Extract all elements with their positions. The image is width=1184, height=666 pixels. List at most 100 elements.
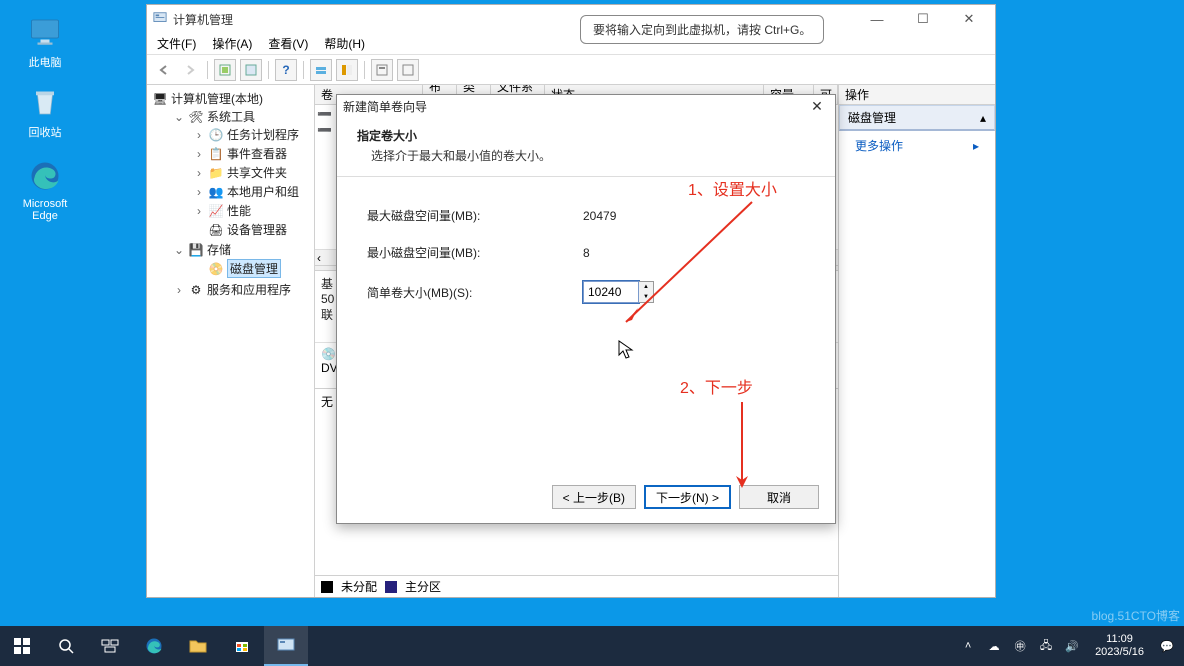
tree-root[interactable]: 计算机管理(本地): [171, 90, 263, 107]
chevron-up-icon: ▴: [980, 111, 986, 125]
spin-down-icon[interactable]: ▼: [639, 292, 653, 302]
tree-storage[interactable]: 存储: [207, 241, 231, 258]
window-titlebar[interactable]: 计算机管理 ― ☐ ✕: [147, 5, 995, 33]
watermark: blog.51CTO博客: [1092, 607, 1180, 624]
clock-icon: 🕒: [209, 128, 223, 142]
cancel-button[interactable]: 取消: [739, 485, 819, 509]
tree-expand-icon[interactable]: ›: [193, 147, 205, 161]
toolbar-button[interactable]: [397, 59, 419, 81]
menu-bar: 文件(F) 操作(A) 查看(V) 帮助(H): [147, 33, 995, 55]
volume-size-input[interactable]: [583, 281, 639, 303]
menu-file[interactable]: 文件(F): [157, 35, 196, 52]
volume-row[interactable]: ➖: [317, 123, 332, 137]
wizard-footer: < 上一步(B) 下一步(N) > 取消: [552, 485, 819, 509]
wizard-header: 指定卷大小 选择介于最大和最小值的卷大小。: [337, 117, 835, 177]
tree-expand-icon[interactable]: ›: [173, 283, 185, 297]
tray-notifications-icon[interactable]: 💬: [1158, 640, 1176, 653]
menu-help[interactable]: 帮助(H): [324, 35, 365, 52]
taskbar-explorer[interactable]: [176, 626, 220, 666]
spin-up-icon[interactable]: ▲: [639, 282, 653, 292]
actions-section[interactable]: 磁盘管理 ▴: [839, 105, 995, 131]
wizard-titlebar[interactable]: 新建简单卷向导 ✕: [337, 95, 835, 117]
spinner-buttons[interactable]: ▲ ▼: [639, 281, 654, 303]
tray-overflow-icon[interactable]: ˄: [959, 640, 977, 652]
menu-action[interactable]: 操作(A): [212, 35, 252, 52]
tree-eventviewer[interactable]: 事件查看器: [227, 145, 287, 162]
navigation-tree[interactable]: 🖥计算机管理(本地) ⌄🛠系统工具 ›🕒任务计划程序 ›📋事件查看器 ›📁共享文…: [147, 85, 315, 597]
disk-icon: 📀: [209, 262, 223, 276]
tray-volume-icon[interactable]: 🔊: [1063, 640, 1081, 653]
tree-diskmgmt[interactable]: 磁盘管理: [227, 259, 281, 278]
actions-more-label: 更多操作: [855, 137, 903, 154]
desktop-icon-this-pc[interactable]: 此电脑: [10, 14, 80, 70]
minimize-button[interactable]: ―: [857, 7, 897, 31]
toolbar-button[interactable]: [310, 59, 332, 81]
tree-expand-icon[interactable]: ›: [193, 204, 205, 218]
cd-icon: 💿: [321, 347, 336, 361]
toolbar-button[interactable]: [214, 59, 236, 81]
wizard-close-button[interactable]: ✕: [805, 98, 829, 115]
legend: 未分配 主分区: [315, 575, 838, 597]
tree-perf[interactable]: 性能: [227, 202, 251, 219]
legend-swatch-primary: [385, 581, 397, 593]
tree-expand-icon[interactable]: ›: [193, 166, 205, 180]
toolbar-button[interactable]: [240, 59, 262, 81]
taskbar-store[interactable]: [220, 626, 264, 666]
volume-row[interactable]: ➖: [317, 107, 332, 121]
tree-localusers[interactable]: 本地用户和组: [227, 183, 299, 200]
tree-tasksched[interactable]: 任务计划程序: [227, 126, 299, 143]
tray-ime-icon[interactable]: ㊥: [1011, 638, 1029, 654]
tree-collapse-icon[interactable]: ⌄: [173, 110, 185, 124]
edge-icon: [27, 158, 63, 194]
services-icon: ⚙: [189, 283, 203, 297]
legend-swatch-unalloc: [321, 581, 333, 593]
menu-view[interactable]: 查看(V): [268, 35, 308, 52]
unalloc-label: 无: [321, 395, 333, 409]
tree-systools[interactable]: 系统工具: [207, 108, 255, 125]
back-button[interactable]: < 上一步(B): [552, 485, 636, 509]
toolbar-button[interactable]: [371, 59, 393, 81]
perf-icon: 📈: [209, 204, 223, 218]
desktop-icon-edge[interactable]: Microsoft Edge: [10, 158, 80, 222]
task-view-button[interactable]: [88, 626, 132, 666]
forward-button[interactable]: [179, 59, 201, 81]
back-button[interactable]: [153, 59, 175, 81]
maximize-button[interactable]: ☐: [903, 7, 943, 31]
tree-services[interactable]: 服务和应用程序: [207, 281, 291, 298]
max-space-label: 最大磁盘空间量(MB):: [367, 207, 583, 224]
taskbar-compmgmt[interactable]: [264, 626, 308, 666]
actions-pane: 操作 磁盘管理 ▴ 更多操作 ▸: [839, 85, 995, 597]
tree-expand-icon[interactable]: ›: [193, 185, 205, 199]
taskbar[interactable]: ˄ ☁ ㊥ 🖧 🔊 11:09 2023/5/16 💬: [0, 626, 1184, 666]
help-button[interactable]: ?: [275, 59, 297, 81]
toolbar-button[interactable]: [336, 59, 358, 81]
wizard-title: 新建简单卷向导: [343, 98, 805, 115]
recycle-bin-icon: [27, 84, 63, 120]
desktop-icon-label: 回收站: [10, 124, 80, 140]
monitor-icon: [27, 14, 63, 50]
tree-collapse-icon[interactable]: ⌄: [173, 243, 185, 257]
users-icon: 👥: [209, 185, 223, 199]
device-icon: 🖨: [209, 223, 223, 237]
next-button[interactable]: 下一步(N) >: [644, 485, 731, 509]
actions-more[interactable]: 更多操作 ▸: [839, 131, 995, 160]
desktop-icon-recycle[interactable]: 回收站: [10, 84, 80, 140]
legend-unalloc: 未分配: [341, 578, 377, 595]
vm-input-hint: 要将输入定向到此虚拟机，请按 Ctrl+G。: [580, 15, 824, 44]
taskbar-clock[interactable]: 11:09 2023/5/16: [1089, 633, 1150, 659]
tree-expand-icon[interactable]: ›: [193, 128, 205, 142]
tree-shared[interactable]: 共享文件夹: [227, 164, 287, 181]
wizard-subheading: 选择介于最大和最小值的卷大小。: [357, 147, 815, 164]
tree-devmgr[interactable]: 设备管理器: [227, 221, 287, 238]
desktop-icon-label: 此电脑: [10, 54, 80, 70]
desktop-icon-label: Microsoft Edge: [10, 198, 80, 222]
max-space-value: 20479: [583, 209, 616, 223]
tray-network-icon[interactable]: 🖧: [1037, 637, 1055, 656]
tray-onedrive-icon[interactable]: ☁: [985, 640, 1003, 653]
window-title: 计算机管理: [173, 11, 233, 28]
start-button[interactable]: [0, 626, 44, 666]
taskbar-edge[interactable]: [132, 626, 176, 666]
wizard-body: 最大磁盘空间量(MB): 20479 最小磁盘空间量(MB): 8 简单卷大小(…: [337, 177, 835, 333]
search-button[interactable]: [44, 626, 88, 666]
close-button[interactable]: ✕: [949, 7, 989, 31]
